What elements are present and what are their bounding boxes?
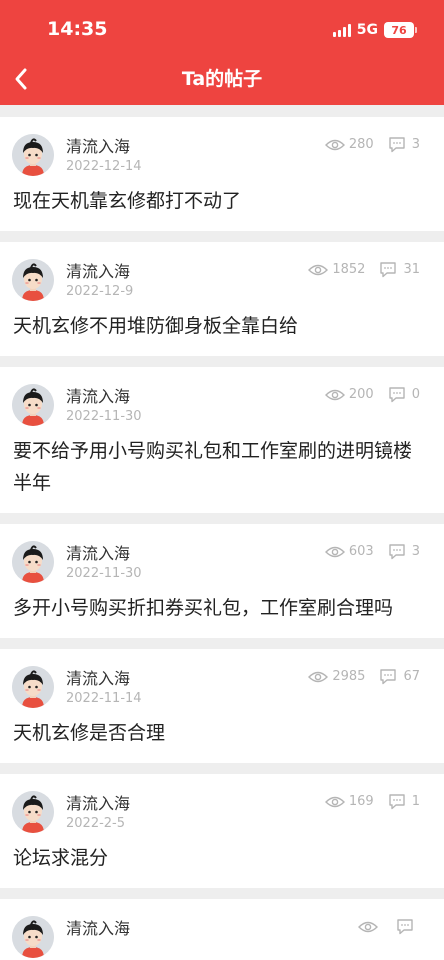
eye-icon (324, 545, 345, 559)
view-count: 2985 (332, 669, 366, 684)
signal-icon (332, 23, 351, 37)
post-stats: 280 3 (324, 136, 420, 153)
comment-icon (396, 918, 414, 935)
author-name[interactable]: 清流入海 (66, 258, 130, 282)
post-card[interactable]: 清流入海 2022-11-30 200 0 要不给予用小号购买礼包和工作室刷的进明镜楼半… (0, 367, 444, 513)
post-date: 2022-2-5 (66, 816, 126, 831)
post-card[interactable]: 清流入海 2022-11-14 2985 67 天机玄修是否合理 (0, 649, 444, 763)
post-card[interactable]: 清流入海 2022-11-30 603 3 多开小号购买折扣券买礼包，工作室刷合理吗 (0, 524, 444, 638)
eye-icon (324, 388, 345, 402)
comment-count: 1 (411, 794, 420, 809)
post-content[interactable]: 多开小号购买折扣券买礼包，工作室刷合理吗 (0, 582, 444, 638)
status-indicators: 5G 76 (332, 20, 417, 40)
author-name[interactable]: 清流入海 (66, 383, 130, 407)
post-card[interactable]: 清流入海 (0, 899, 444, 960)
avatar[interactable] (12, 384, 54, 426)
page-title: Ta的帖子 (181, 68, 263, 90)
author-name[interactable]: 清流入海 (66, 915, 130, 939)
post-card[interactable]: 清流入海 2022-2-5 169 1 论坛求混分 (0, 774, 444, 888)
view-count: 280 (348, 137, 374, 152)
eye-icon (324, 138, 345, 152)
post-content[interactable]: 天机玄修是否合理 (0, 707, 444, 763)
eye-icon (308, 263, 329, 277)
comment-count: 3 (411, 137, 420, 152)
comment-icon (388, 793, 406, 810)
post-stats: 169 1 (324, 793, 420, 810)
post-date: 2022-12-9 (66, 284, 134, 299)
comment-count: 0 (411, 387, 420, 402)
post-date: 2022-11-30 (66, 409, 142, 424)
post-list: 清流入海 2022-12-14 280 3 现在天机靠玄修都打不动了 清流入海 2022-1… (0, 105, 444, 960)
post-date: 2022-11-30 (66, 566, 142, 581)
view-count: 169 (348, 794, 374, 809)
avatar[interactable] (12, 791, 54, 833)
author-name[interactable]: 清流入海 (66, 790, 130, 814)
post-stats (358, 918, 420, 935)
top-bar: 14:35 5G 76 Ta的帖子 (0, 0, 444, 105)
post-stats: 200 0 (324, 386, 420, 403)
network-label: 5G (356, 22, 378, 38)
eye-icon (324, 795, 345, 809)
comment-icon (379, 261, 397, 278)
author-name[interactable]: 清流入海 (66, 665, 130, 689)
author-name[interactable]: 清流入海 (66, 133, 130, 157)
view-count: 200 (348, 387, 374, 402)
post-content[interactable]: 要不给予用小号购买礼包和工作室刷的进明镜楼半年 (0, 425, 444, 513)
post-date: 2022-12-14 (66, 159, 142, 174)
battery-icon: 76 (384, 22, 417, 38)
view-count: 1852 (332, 262, 366, 277)
comment-count: 3 (411, 544, 420, 559)
post-stats: 603 3 (324, 543, 420, 560)
eye-icon (308, 670, 329, 684)
battery-level: 76 (391, 23, 407, 37)
post-date: 2022-11-14 (66, 691, 142, 706)
post-content[interactable]: 论坛求混分 (0, 832, 444, 888)
comment-icon (388, 543, 406, 560)
post-stats: 2985 67 (308, 668, 420, 685)
avatar[interactable] (12, 134, 54, 176)
comment-icon (388, 136, 406, 153)
post-content[interactable]: 天机玄修不用堆防御身板全靠白给 (0, 300, 444, 356)
comment-count: 31 (403, 262, 420, 277)
post-content[interactable]: 现在天机靠玄修都打不动了 (0, 175, 444, 231)
status-time: 14:35 (47, 18, 108, 40)
avatar[interactable] (12, 259, 54, 301)
comment-icon (379, 668, 397, 685)
post-card[interactable]: 清流入海 2022-12-14 280 3 现在天机靠玄修都打不动了 (0, 117, 444, 231)
avatar[interactable] (12, 666, 54, 708)
comment-count: 67 (403, 669, 420, 684)
view-count: 603 (348, 544, 374, 559)
avatar[interactable] (12, 541, 54, 583)
comment-icon (388, 386, 406, 403)
avatar[interactable] (12, 916, 54, 958)
eye-icon (358, 920, 378, 934)
author-name[interactable]: 清流入海 (66, 540, 130, 564)
post-card[interactable]: 清流入海 2022-12-9 1852 31 天机玄修不用堆防御身板全靠白给 (0, 242, 444, 356)
post-stats: 1852 31 (308, 261, 420, 278)
